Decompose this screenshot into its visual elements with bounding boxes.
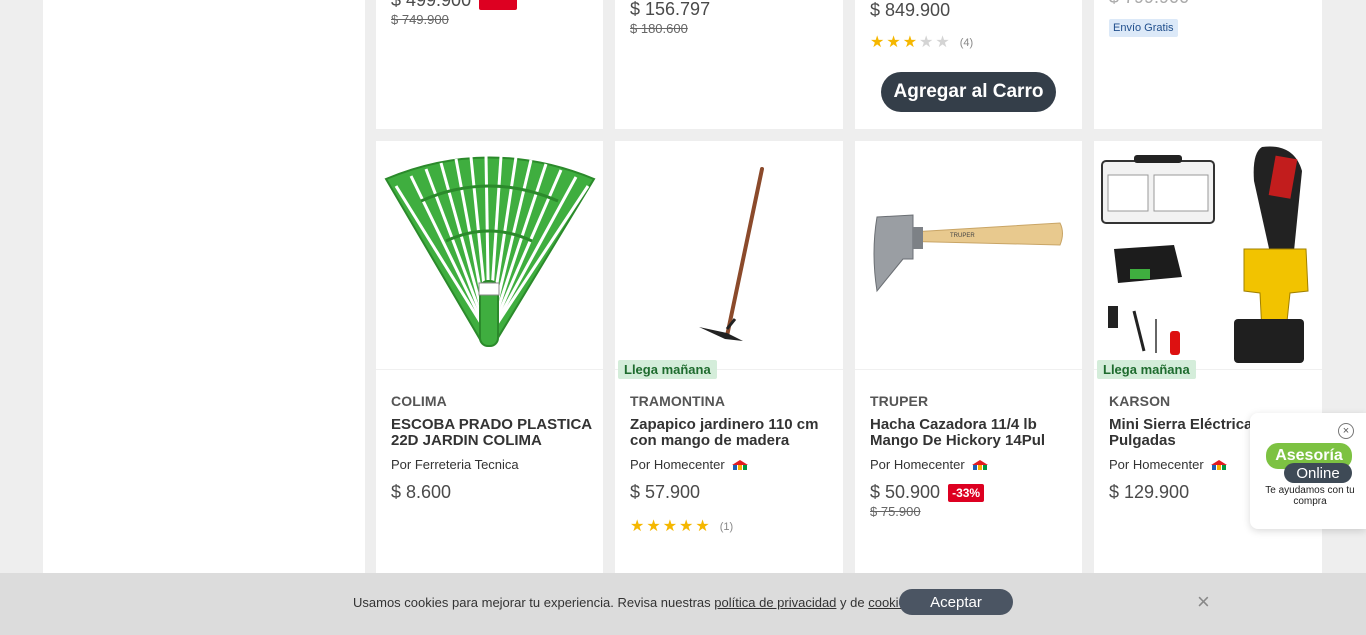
star-icon: ★ (646, 518, 661, 535)
product-price: $ 849.900 (870, 0, 951, 20)
star-icon: ★ (902, 34, 918, 51)
chat-caption: Te ayudamos con tu compra (1265, 485, 1355, 507)
product-old-price: $ 749.900 (391, 12, 449, 27)
homecenter-logo-icon (731, 459, 748, 470)
star-icon: ★ (662, 518, 678, 535)
cookie-banner: Usamos cookies para mejorar tu experienc… (0, 573, 1366, 635)
star-icon: ★ (695, 518, 710, 535)
add-to-cart-button[interactable]: Agregar al Carro (881, 72, 1056, 112)
seller-name: Por Homecenter (1109, 457, 1204, 472)
product-price: $ 50.900 (870, 482, 941, 502)
arrives-tomorrow-badge: Llega mañana (618, 360, 717, 379)
svg-text:TRUPER: TRUPER (950, 233, 975, 239)
close-icon[interactable]: × (1197, 591, 1210, 613)
product-price: $ 499.900 (391, 0, 472, 10)
rating-stars: ★ ★ ★ ★ ★ (4) (870, 35, 1076, 51)
product-seller: Por Ferreteria Tecnica (391, 457, 597, 472)
product-card[interactable]: $ 849.900 ★ ★ ★ ★ ★ (4) Agregar al Carro (855, 0, 1082, 129)
cookie-message: Usamos cookies para mejorar tu experienc… (353, 595, 916, 610)
product-card[interactable]: Llega mañana TRAMONTINA Zapapico jardine… (615, 141, 843, 581)
free-shipping-badge: Envío Gratis (1109, 19, 1178, 37)
product-brand: COLIMA (391, 393, 447, 409)
product-price: $ 8.600 (391, 482, 452, 502)
homecenter-logo-icon (971, 459, 988, 470)
discount-badge: -33% (948, 483, 985, 502)
mini-chainsaw-image (1101, 146, 1309, 363)
seller-name: Por Ferreteria Tecnica (391, 457, 519, 472)
product-seller: Por Homecenter (870, 457, 1076, 472)
seller-name: Por Homecenter (870, 457, 965, 472)
product-card[interactable]: TRUPER TRUPER Hacha Cazadora 11/4 lb Man… (855, 141, 1082, 581)
star-icon: ★ (870, 34, 885, 51)
star-icon: ★ (630, 518, 645, 535)
star-icon: ★ (886, 34, 901, 51)
product-title[interactable]: ESCOBA PRADO PLASTICA 22D JARDIN COLIMA (391, 417, 597, 449)
star-icon: ★ (935, 34, 950, 51)
online-advice-widget[interactable]: × Asesoría Online Te ayudamos con tu com… (1250, 413, 1366, 529)
product-card[interactable]: $ 799.900 Envío Gratis (1094, 0, 1322, 129)
product-title[interactable]: Hacha Cazadora 11/4 lb Mango De Hickory … (870, 417, 1076, 449)
star-icon: ★ (919, 34, 934, 51)
homecenter-logo-icon (1210, 459, 1227, 470)
arrives-tomorrow-badge: Llega mañana (1097, 360, 1196, 379)
product-title[interactable]: Zapapico jardinero 110 cm con mango de m… (630, 417, 837, 449)
product-old-price: $ 75.900 (870, 504, 921, 519)
product-image[interactable] (1094, 141, 1322, 370)
product-price: $ 57.900 (630, 482, 701, 502)
cookie-text-part: y de (836, 595, 869, 610)
product-old-price: $ 180.600 (630, 21, 688, 36)
review-count: (4) (959, 37, 974, 49)
green-rake-image (384, 155, 596, 347)
product-card[interactable]: $ 499.900 $ 749.900 (376, 0, 603, 129)
product-price-row: $ 50.900 -33% (870, 482, 1076, 503)
star-icon: ★ (679, 518, 694, 535)
accept-cookies-button[interactable]: Aceptar (899, 589, 1013, 615)
product-brand: TRAMONTINA (630, 393, 726, 409)
cookie-text-part: Usamos cookies para mejorar tu experienc… (353, 595, 715, 610)
product-seller: Por Homecenter (630, 457, 837, 472)
product-image[interactable] (615, 141, 843, 370)
rating-stars: ★ ★ ★ ★ ★ (1) (630, 519, 837, 535)
review-count: (1) (719, 521, 734, 533)
product-price: $ 156.797 (630, 0, 711, 19)
product-card[interactable]: COLIMA ESCOBA PRADO PLASTICA 22D JARDIN … (376, 141, 603, 581)
product-card[interactable]: $ 156.797 $ 180.600 (615, 0, 843, 129)
seller-name: Por Homecenter (630, 457, 725, 472)
product-brand: KARSON (1109, 393, 1171, 409)
product-image[interactable]: TRUPER (855, 141, 1082, 370)
product-price: $ 799.900 (1109, 0, 1316, 8)
hoe-image (699, 167, 764, 341)
product-image[interactable] (376, 141, 603, 370)
discount-badge (479, 0, 518, 10)
axe-image: TRUPER (873, 214, 1063, 293)
product-brand: TRUPER (870, 393, 929, 409)
chat-close-icon[interactable]: × (1338, 423, 1354, 439)
chat-bubble-subtitle[interactable]: Online (1284, 463, 1352, 483)
filters-sidebar (43, 0, 365, 635)
privacy-policy-link[interactable]: política de privacidad (714, 595, 836, 610)
